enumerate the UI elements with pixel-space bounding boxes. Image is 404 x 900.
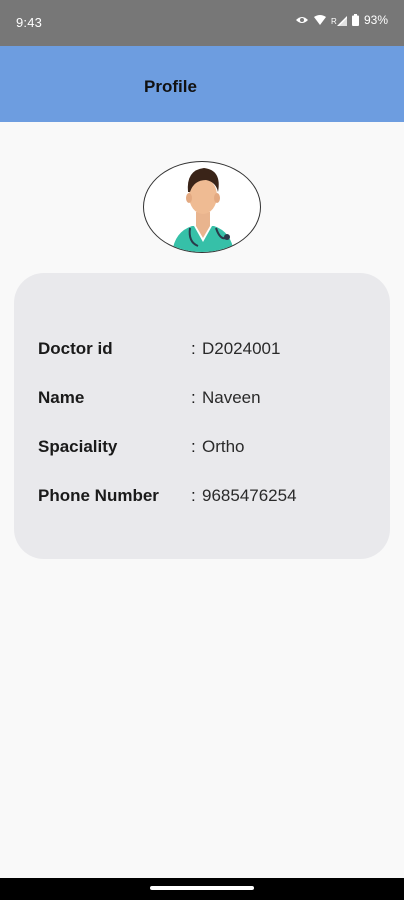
eye-icon — [295, 15, 309, 25]
svg-text:R: R — [331, 17, 337, 26]
system-nav-bar — [0, 878, 404, 900]
page-title: Profile — [144, 77, 197, 96]
battery-percent: 93% — [363, 13, 388, 27]
phone-separator: : — [191, 486, 196, 505]
doctor-avatar-icon — [143, 161, 261, 253]
doctor-id-label: Doctor id — [38, 339, 113, 358]
battery-icon — [351, 14, 359, 26]
phone-value: 9685476254 — [202, 486, 297, 505]
phone-label: Phone Number — [38, 486, 159, 505]
speciality-value: Ortho — [202, 437, 245, 456]
speciality-separator: : — [191, 437, 196, 456]
status-bar: 9:43 R 93% — [0, 0, 404, 46]
doctor-id-value: D2024001 — [202, 339, 281, 358]
app-bar: Profile — [0, 46, 404, 122]
status-icons: R 93% — [295, 13, 388, 27]
doctor-id-row: Doctor id : D2024001 — [38, 339, 378, 363]
name-label: Name — [38, 388, 85, 407]
home-gesture-handle[interactable] — [150, 886, 254, 890]
name-row: Name : Naveen — [38, 388, 378, 412]
status-time: 9:43 — [16, 15, 43, 30]
wifi-icon — [313, 15, 326, 25]
name-separator: : — [191, 388, 196, 407]
speciality-label: Spaciality — [38, 437, 118, 456]
name-value: Naveen — [202, 388, 261, 407]
profile-card: Doctor id : D2024001 Name : Naveen Spaci… — [14, 273, 390, 559]
phone-row: Phone Number : 9685476254 — [38, 486, 378, 510]
doctor-id-separator: : — [191, 339, 196, 358]
speciality-row: Spaciality : Ortho — [38, 437, 378, 461]
signal-icon: R — [331, 15, 347, 26]
